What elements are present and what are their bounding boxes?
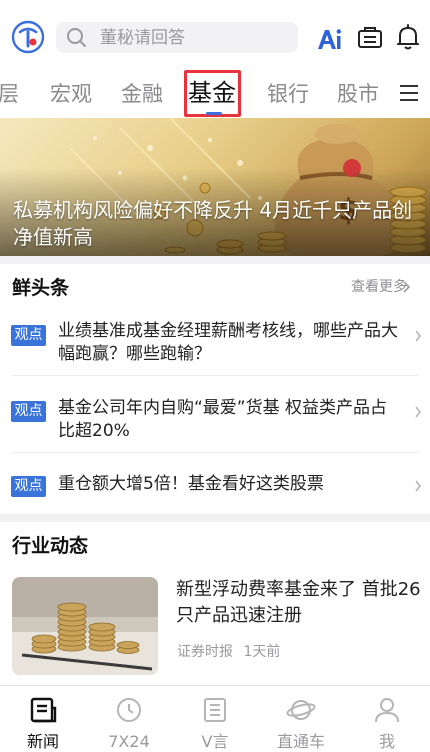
headline-text: 业绩基准成基金经理薪酬考核线，哪些产品大幅跑赢？哪些跑输？ [58, 321, 398, 364]
search-placeholder: 董秘请回答 [100, 28, 185, 48]
nav-express[interactable]: 直通车 [258, 686, 344, 752]
planet-icon [286, 700, 316, 720]
article-meta: 证券时报 1天前 [177, 643, 280, 661]
nav-label: 7X24 [108, 732, 150, 751]
chevron-right-icon[interactable] [402, 280, 411, 294]
menu-icon[interactable] [398, 82, 420, 104]
opinion-badge: 观点 [11, 325, 46, 346]
tab-finance[interactable]: 金融 [121, 79, 163, 109]
headlines-section-title: 鲜头条 [12, 277, 70, 299]
tab-partial[interactable]: 层 [0, 79, 19, 109]
divider [12, 452, 418, 453]
nav-label: 新闻 [26, 732, 59, 751]
briefcase-icon[interactable] [357, 25, 383, 49]
headline-item[interactable]: 观点 基金公司年内自购“最爱”货基 权益类产品占比超20% [0, 397, 430, 453]
chevron-right-icon [415, 330, 421, 342]
nav-7x24[interactable]: 7X24 [86, 686, 172, 752]
headline-item[interactable]: 观点 重仓额大增5倍！基金看好这类股票 [0, 473, 430, 501]
bell-icon[interactable] [396, 23, 420, 51]
article-time: 1天前 [243, 644, 281, 660]
industry-section-title: 行业动态 [12, 535, 89, 557]
nav-v-yan[interactable]: V言 [172, 686, 258, 752]
nav-me[interactable]: 我 [344, 686, 430, 752]
tab-bank[interactable]: 银行 [267, 79, 309, 109]
article-source: 证券时报 [177, 644, 233, 660]
nav-label: 直通车 [276, 732, 325, 751]
tab-stock-market[interactable]: 股市 [337, 79, 379, 109]
search-icon [67, 28, 86, 47]
app-logo-icon[interactable] [11, 20, 45, 54]
section-separator [0, 256, 430, 264]
nav-label: 我 [378, 732, 395, 751]
person-icon [375, 698, 399, 723]
news-icon [30, 697, 57, 723]
headline-text: 基金公司年内自购“最爱”货基 权益类产品占比超20% [58, 398, 388, 441]
view-more-link[interactable]: 查看更多 [351, 278, 407, 296]
clock-icon [117, 698, 141, 722]
coins-photo [12, 577, 158, 675]
banner-headline[interactable]: 私募机构风险偏好不降反升 4月近千只产品创净值新高 [13, 197, 423, 251]
divider [12, 375, 418, 376]
active-tab-highlight [184, 70, 241, 117]
headline-text: 重仓额大增5倍！基金看好这类股票 [58, 474, 324, 494]
document-icon [204, 698, 226, 722]
headline-item[interactable]: 观点 业绩基准成基金经理薪酬考核线，哪些产品大幅跑赢？哪些跑输？ [0, 320, 430, 376]
nav-label: V言 [201, 732, 229, 751]
section-separator [0, 514, 430, 522]
ai-icon[interactable] [316, 27, 342, 51]
nav-news[interactable]: 新闻 [0, 686, 86, 752]
opinion-badge: 观点 [11, 476, 46, 497]
chevron-right-icon [415, 480, 421, 492]
bottom-navigation: 新闻 7X24 V言 直通车 我 [0, 685, 430, 751]
opinion-badge: 观点 [11, 401, 46, 422]
chevron-right-icon [415, 406, 421, 418]
tab-macro[interactable]: 宏观 [50, 79, 92, 109]
article-thumbnail[interactable] [12, 577, 158, 675]
active-tab-indicator [206, 112, 222, 115]
article-title[interactable]: 新型浮动费率基金来了 首批26只产品迅速注册 [176, 577, 422, 629]
top-bar: 董秘请回答 [0, 0, 430, 74]
search-input[interactable]: 董秘请回答 [56, 22, 298, 53]
